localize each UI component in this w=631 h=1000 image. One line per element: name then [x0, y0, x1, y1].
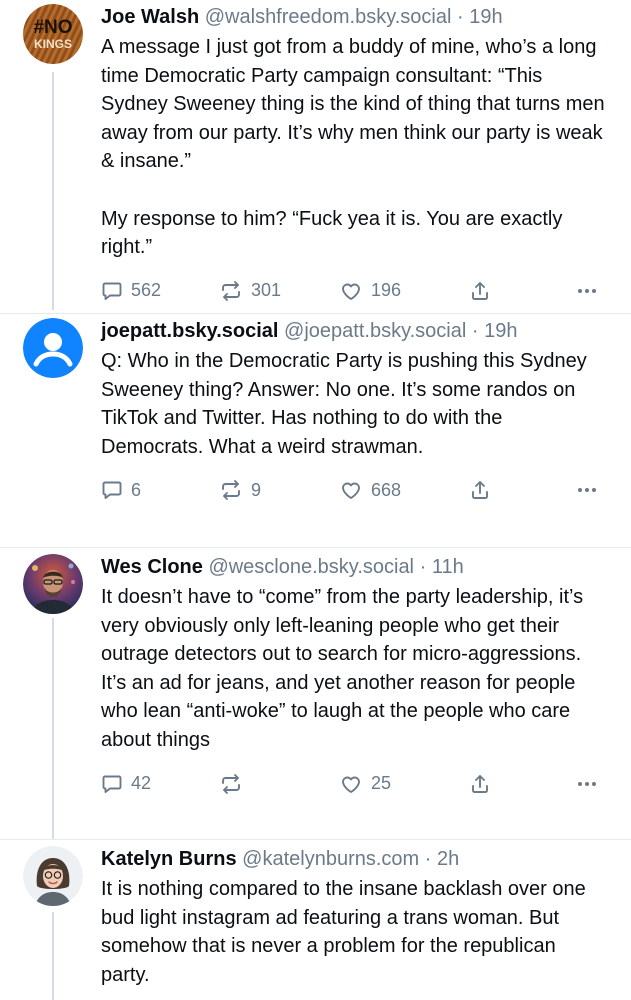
post-text: It is nothing compared to the insane bac… [101, 878, 586, 986]
post-time[interactable]: 11h [432, 556, 464, 578]
post-text: A message I just got from a buddy of min… [101, 36, 605, 259]
default-user-icon [23, 318, 83, 378]
header-separator: · [419, 556, 427, 578]
post-time[interactable]: 2h [437, 848, 459, 870]
reply-button[interactable]: 562 [101, 276, 161, 306]
illustrated-avatar-image [23, 846, 83, 906]
like-count: 196 [371, 280, 402, 301]
author-handle[interactable]: @joepatt.bsky.social [284, 320, 466, 342]
author-handle[interactable]: @wesclone.bsky.social [208, 556, 414, 578]
more-options-button[interactable] [575, 475, 599, 505]
heart-icon [342, 776, 360, 793]
share-button[interactable] [469, 475, 491, 505]
repost-count: 9 [251, 479, 262, 500]
reply-icon [102, 282, 122, 300]
like-count: 668 [371, 479, 402, 500]
post-time[interactable]: 19h [469, 6, 502, 28]
like-count: 25 [371, 773, 392, 794]
author-name[interactable]: Katelyn Burns [101, 848, 237, 870]
repost-icon [222, 480, 240, 501]
reply-icon [102, 775, 122, 793]
post-time[interactable]: 19h [484, 320, 517, 342]
share-button[interactable] [469, 276, 491, 306]
more-dots-icon [578, 288, 596, 293]
header-separator: · [424, 848, 432, 870]
post-header: joepatt.bsky.social @joepatt.bsky.social… [101, 318, 606, 344]
repost-button[interactable]: 301 [219, 276, 281, 306]
author-handle[interactable]: @walshfreedom.bsky.social [205, 6, 452, 28]
heart-icon [342, 482, 360, 500]
post-text: Q: Who in the Democratic Party is pushin… [101, 350, 587, 458]
reply-count: 562 [131, 280, 162, 301]
author-name[interactable]: Wes Clone [101, 556, 203, 578]
reply-count: 6 [131, 479, 142, 500]
avatar-badge-line2: KINGS [34, 37, 72, 51]
author-handle[interactable]: @katelynburns.com [242, 848, 419, 870]
no-kings-avatar-image: #NO KINGS [23, 4, 83, 64]
post-actions: 42 25 [101, 769, 606, 799]
more-dots-icon [578, 488, 596, 493]
reply-count: 42 [131, 773, 152, 794]
post-content: Joe Walsh @walshfreedom.bsky.social · 19… [101, 4, 606, 306]
avatar[interactable]: #NO KINGS [23, 4, 83, 64]
reply-button[interactable]: 42 [101, 769, 151, 799]
reply-button[interactable]: 6 [101, 475, 141, 505]
repost-icon [222, 280, 240, 301]
thread-line [52, 72, 54, 310]
more-dots-icon [578, 781, 596, 786]
photo-avatar-image [23, 554, 83, 614]
share-icon [472, 281, 488, 300]
repost-icon [222, 773, 240, 794]
post-content: joepatt.bsky.social @joepatt.bsky.social… [101, 318, 606, 505]
repost-button[interactable]: 9 [219, 475, 261, 505]
like-button[interactable]: 196 [339, 276, 401, 306]
thread-line [52, 912, 54, 1000]
post-header: Wes Clone @wesclone.bsky.social · 11h [101, 554, 606, 580]
avatar[interactable] [23, 554, 83, 614]
more-options-button[interactable] [575, 769, 599, 799]
thread-line [52, 618, 54, 840]
avatar[interactable] [23, 846, 83, 906]
repost-button[interactable] [219, 769, 251, 799]
share-button[interactable] [469, 769, 491, 799]
post-divider [0, 547, 631, 548]
more-options-button[interactable] [575, 276, 599, 306]
post-divider [0, 839, 631, 840]
like-button[interactable]: 668 [339, 475, 401, 505]
thread-feed: #NO KINGS Joe Walsh @walshfreedom.bsky.s… [0, 0, 631, 1000]
post-header: Katelyn Burns @katelynburns.com · 2h [101, 846, 606, 872]
author-name[interactable]: joepatt.bsky.social [101, 320, 278, 342]
share-icon [472, 481, 488, 500]
post-divider [0, 313, 631, 314]
author-name[interactable]: Joe Walsh [101, 6, 199, 28]
post-actions: 6 9 668 [101, 475, 606, 505]
header-separator: · [471, 320, 479, 342]
share-icon [472, 774, 488, 793]
avatar[interactable] [23, 318, 83, 378]
post-header: Joe Walsh @walshfreedom.bsky.social · 19… [101, 4, 606, 30]
avatar-badge-line1: #NO [33, 17, 72, 38]
header-separator: · [457, 6, 464, 28]
post-content: Wes Clone @wesclone.bsky.social · 11h It… [101, 554, 606, 799]
heart-icon [342, 283, 360, 300]
post-actions: 562 301 196 [101, 276, 606, 306]
post-text: It doesn’t have to “come” from the party… [101, 586, 584, 751]
reply-icon [102, 481, 122, 500]
post-content: Katelyn Burns @katelynburns.com · 2h It … [101, 846, 606, 989]
repost-count: 301 [251, 280, 282, 301]
like-button[interactable]: 25 [339, 769, 391, 799]
